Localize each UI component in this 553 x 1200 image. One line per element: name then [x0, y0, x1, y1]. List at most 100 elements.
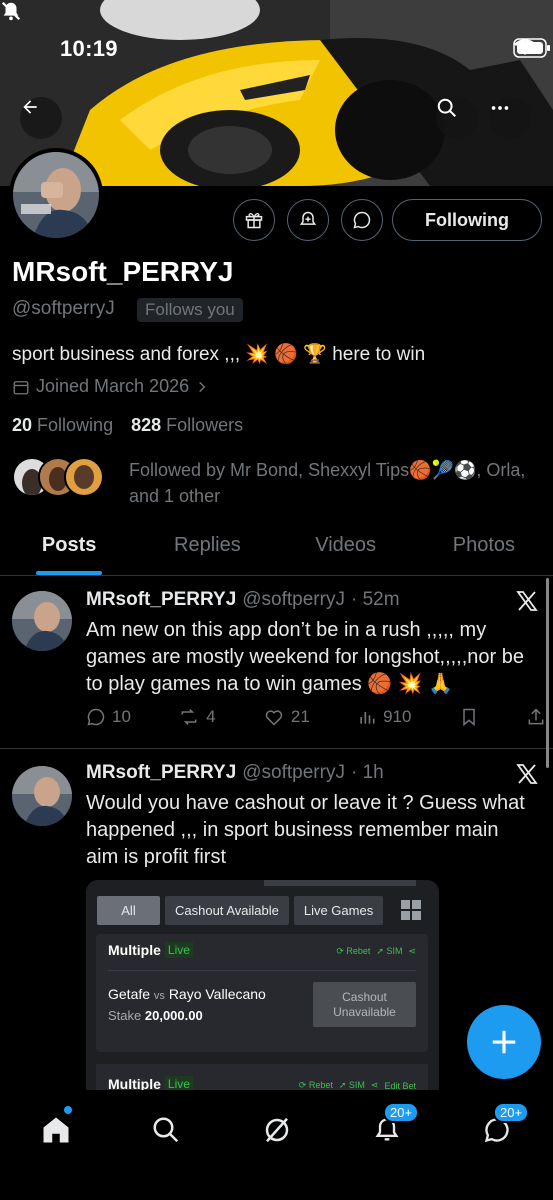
- bet-type: Multiple: [108, 942, 161, 958]
- media-tab-cashout: Cashout Available: [165, 896, 289, 925]
- following-count: 20: [12, 415, 33, 435]
- followers-link[interactable]: 828 Followers: [131, 415, 243, 436]
- nav-messages[interactable]: 20+: [477, 1102, 530, 1150]
- post-text: Am new on this app don’t be in a rush ,,…: [86, 619, 525, 695]
- gift-button[interactable]: [233, 199, 275, 241]
- x-logo-icon: [516, 764, 538, 784]
- message-button[interactable]: [341, 199, 383, 241]
- bottom-nav: 20+ 20+: [0, 1090, 553, 1200]
- home-icon: [43, 1117, 69, 1143]
- reply-icon: [87, 708, 105, 726]
- avatar: [64, 457, 104, 497]
- notify-button[interactable]: [287, 199, 329, 241]
- followers-count: 828: [131, 415, 162, 435]
- reply-count: 10: [112, 707, 131, 726]
- share-icon: [528, 708, 544, 725]
- post-header: MRsoft_PERRYJ @softperryJ · 52m: [86, 589, 400, 611]
- bookmark-icon: [462, 708, 475, 727]
- tab-posts[interactable]: Posts: [0, 522, 138, 575]
- views-button[interactable]: 910: [357, 707, 411, 727]
- post-author-handle: @softperryJ: [242, 589, 345, 610]
- post[interactable]: MRsoft_PERRYJ @softperryJ · 52m Am new o…: [0, 577, 553, 749]
- tab-replies[interactable]: Replies: [138, 522, 276, 575]
- rebet-link: ⟳ Rebet: [336, 946, 371, 956]
- post-avatar[interactable]: [12, 591, 72, 651]
- notifications-badge: 20+: [383, 1102, 420, 1123]
- post-author-handle: @softperryJ: [242, 762, 345, 783]
- stake-value: 20,000.00: [144, 1008, 203, 1023]
- edit-bet-link: Edit Bet: [384, 1080, 416, 1091]
- media-top-strip: [264, 880, 416, 886]
- post-author-name[interactable]: MRsoft_PERRYJ: [86, 762, 236, 784]
- followed-by-text[interactable]: Followed by Mr Bond, Shexxyl Tips🏀🎾⚽, Or…: [129, 457, 549, 509]
- post-avatar[interactable]: [12, 766, 72, 826]
- plus-icon: [492, 1030, 516, 1054]
- back-button[interactable]: [20, 97, 62, 139]
- joined-text: Joined March 2026: [36, 376, 190, 396]
- bell-off-icon: [1, 1, 21, 21]
- display-name: MRsoft_PERRYJ: [12, 256, 234, 287]
- media-tab-live: Live Games: [293, 896, 384, 925]
- tab-photos[interactable]: Photos: [415, 522, 553, 575]
- nav-grok[interactable]: [257, 1110, 297, 1150]
- view-count: 910: [383, 707, 412, 726]
- following-label: Following: [37, 415, 114, 435]
- live-badge: Live: [164, 942, 193, 958]
- repost-button[interactable]: 4: [178, 707, 216, 727]
- heart-icon: [265, 710, 283, 726]
- bookmark-button[interactable]: [459, 707, 479, 727]
- share-button[interactable]: [526, 707, 546, 727]
- message-icon: [353, 211, 371, 229]
- more-button[interactable]: [489, 97, 531, 139]
- media-tab-all: All: [97, 896, 160, 925]
- divider: [108, 970, 416, 971]
- messages-badge: 20+: [493, 1102, 530, 1123]
- repost-count: 4: [206, 707, 216, 726]
- post-header: MRsoft_PERRYJ @softperryJ · 1h: [86, 762, 384, 784]
- post-text: Would you have cashout or leave it ? Gue…: [86, 792, 525, 868]
- post-media[interactable]: All Cashout Available Live Games Multipl…: [86, 880, 439, 1095]
- stake: Stake 20,000.00: [108, 1008, 203, 1023]
- joined-date[interactable]: Joined March 2026: [12, 376, 209, 397]
- nav-search[interactable]: [146, 1110, 186, 1150]
- following-button[interactable]: Following: [392, 199, 542, 241]
- grok-icon: [265, 1117, 289, 1143]
- profile-tabs: Posts Replies Videos Photos: [0, 522, 553, 576]
- compose-button[interactable]: [467, 1005, 541, 1079]
- calendar-icon: [13, 380, 29, 394]
- sim-link: ➚ SIM: [376, 946, 403, 956]
- bell-plus-icon: [299, 211, 317, 225]
- search-icon: [437, 98, 456, 117]
- match-away: Rayo Vallecano: [168, 986, 266, 1002]
- profile-bio: sport business and forex ,,, 💥 🏀 🏆 here …: [12, 342, 425, 366]
- follows-you-badge: Follows you: [137, 298, 243, 322]
- post-author-name[interactable]: MRsoft_PERRYJ: [86, 589, 236, 611]
- match-name: Getafe vs Rayo Vallecano: [108, 986, 266, 1002]
- bet-links: ⟳ Rebet ➚ SIM ⋖: [336, 946, 416, 957]
- post-time: · 1h: [350, 762, 384, 783]
- followers-label: Followers: [166, 415, 244, 435]
- post-time: · 52m: [350, 589, 400, 610]
- nav-notifications[interactable]: 20+: [367, 1102, 420, 1150]
- reply-button[interactable]: 10: [86, 707, 131, 727]
- nav-home[interactable]: [36, 1106, 76, 1150]
- battery-icon: [513, 38, 550, 58]
- like-button[interactable]: 21: [263, 707, 310, 727]
- status-time: 10:19: [60, 36, 118, 61]
- followed-by-avatars[interactable]: [12, 457, 104, 497]
- bet-title: Multiple Live: [108, 942, 193, 958]
- search-button[interactable]: [436, 97, 478, 139]
- scrollbar[interactable]: [546, 578, 549, 768]
- stake-label: Stake: [108, 1008, 142, 1023]
- following-link[interactable]: 20 Following: [12, 415, 113, 436]
- cashout-unavailable-button: Cashout Unavailable: [313, 982, 416, 1027]
- share-small-icon: ⋖: [408, 946, 416, 956]
- tab-videos[interactable]: Videos: [277, 522, 415, 575]
- arrow-left-icon: [23, 100, 37, 114]
- bet-card: Multiple Live ⟳ Rebet ➚ SIM ⋖ Getafe vs …: [96, 934, 428, 1052]
- chevron-right-icon: [199, 381, 206, 392]
- profile-avatar[interactable]: [9, 148, 103, 242]
- follow-counts: 20 Following 828 Followers: [12, 415, 243, 436]
- search-icon: [153, 1117, 179, 1143]
- bio-text: sport business and forex ,,, 💥 🏀 🏆 here …: [12, 344, 426, 365]
